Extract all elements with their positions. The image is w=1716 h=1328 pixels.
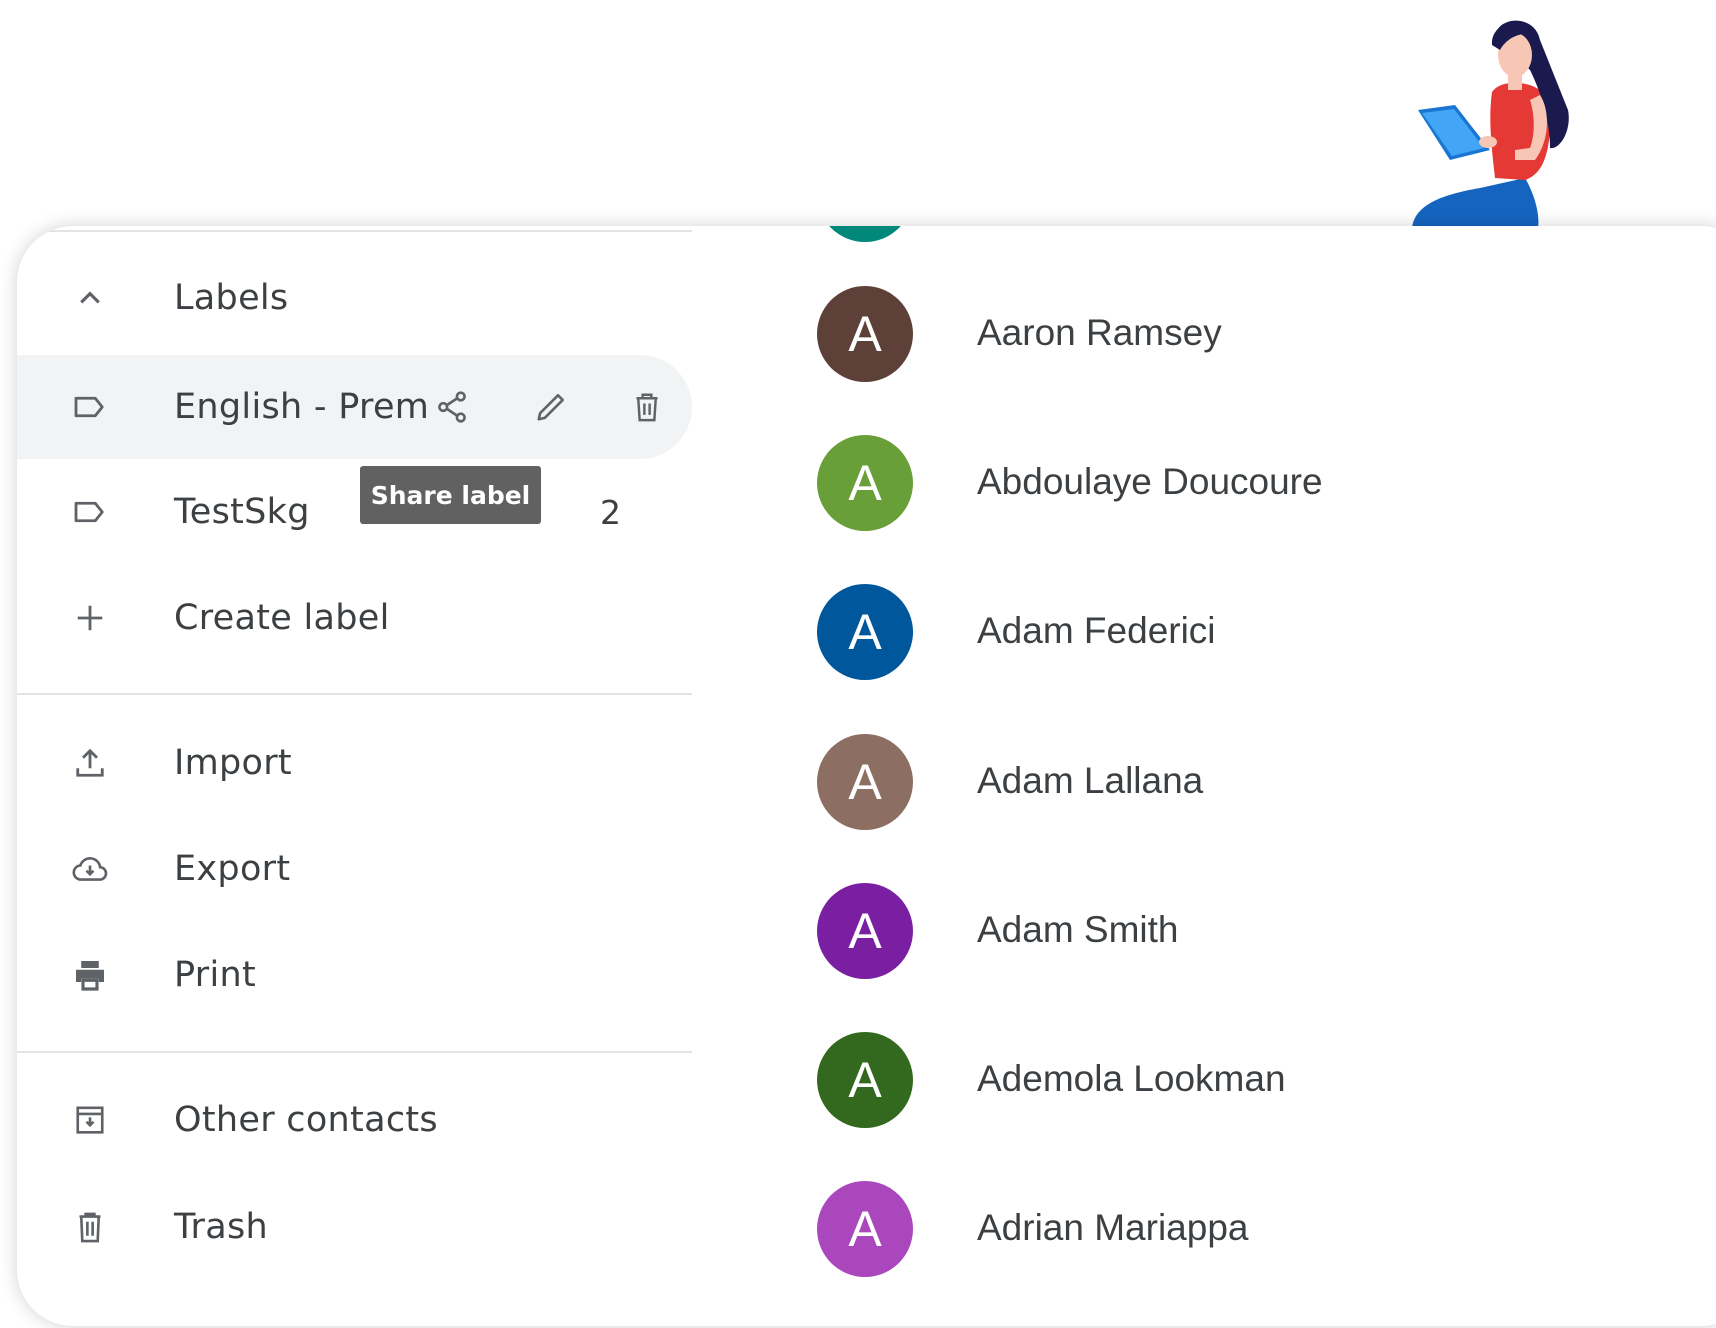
trash-icon bbox=[67, 1204, 113, 1250]
avatar: A bbox=[817, 286, 913, 382]
sidebar-item-import[interactable]: Import bbox=[17, 711, 692, 815]
other-contacts-label: Other contacts bbox=[174, 1100, 438, 1140]
contact-name: Adam Smith bbox=[977, 909, 1179, 950]
avatar: A bbox=[817, 435, 913, 531]
contact-row[interactable]: A Adam Smith bbox=[817, 879, 1617, 979]
sidebar-item-other-contacts[interactable]: Other contacts bbox=[17, 1068, 692, 1172]
export-label: Export bbox=[174, 849, 291, 889]
contact-name: Abdoulaye Doucoure bbox=[977, 461, 1323, 502]
divider bbox=[17, 693, 692, 695]
sidebar: Labels English - Prem TestSkg 2 Create l… bbox=[17, 226, 692, 1326]
divider bbox=[17, 1051, 692, 1053]
archive-download-icon bbox=[67, 1097, 113, 1143]
create-label-button[interactable]: Create label bbox=[17, 566, 692, 670]
pencil-icon[interactable] bbox=[528, 384, 574, 430]
sidebar-item-print[interactable]: Print bbox=[17, 923, 692, 1027]
contact-row[interactable]: A Ademola Lookman bbox=[817, 1028, 1617, 1128]
avatar: A bbox=[817, 584, 913, 680]
printer-icon bbox=[67, 952, 113, 998]
cloud-download-icon bbox=[67, 846, 113, 892]
labels-header[interactable]: Labels bbox=[17, 246, 692, 350]
avatar: A bbox=[817, 1032, 913, 1128]
contact-name: Adam Lallana bbox=[977, 760, 1204, 801]
label-name: TestSkg bbox=[174, 492, 310, 532]
avatar: A bbox=[817, 883, 913, 979]
contact-row[interactable]: A Adam Lallana bbox=[817, 730, 1617, 830]
contact-name: Ademola Lookman bbox=[977, 1058, 1286, 1099]
import-label: Import bbox=[174, 743, 292, 783]
contact-row[interactable]: A Aaron Ramsey bbox=[817, 282, 1617, 382]
avatar: A bbox=[817, 1181, 913, 1277]
contact-name: Adrian Mariappa bbox=[977, 1207, 1249, 1248]
contact-row[interactable]: A Abdoulaye Doucoure bbox=[817, 431, 1617, 531]
contact-name: Adam Federici bbox=[977, 610, 1216, 651]
contacts-card: Labels English - Prem TestSkg 2 Create l… bbox=[17, 226, 1716, 1326]
label-count: 2 bbox=[600, 492, 621, 532]
plus-icon bbox=[67, 595, 113, 641]
labels-header-text: Labels bbox=[174, 278, 289, 318]
divider bbox=[17, 230, 692, 232]
print-label: Print bbox=[174, 955, 257, 995]
woman-with-tablet-illustration bbox=[1412, 20, 1569, 228]
sidebar-item-label-testskg[interactable]: TestSkg 2 bbox=[17, 460, 692, 564]
create-label-text: Create label bbox=[174, 598, 390, 638]
upload-icon bbox=[67, 740, 113, 786]
sidebar-item-trash[interactable]: Trash bbox=[17, 1175, 692, 1279]
sidebar-item-label-english[interactable]: English - Prem bbox=[17, 355, 692, 459]
label-name: English - Prem bbox=[174, 387, 430, 427]
trash-label: Trash bbox=[174, 1207, 268, 1247]
chevron-up-icon[interactable] bbox=[67, 275, 113, 321]
trash-icon[interactable] bbox=[624, 384, 670, 430]
contact-name: Aaron Ramsey bbox=[977, 312, 1222, 353]
contact-avatar-partial[interactable] bbox=[817, 226, 913, 242]
contact-row[interactable]: A Adam Federici bbox=[817, 580, 1617, 680]
share-label-tooltip: Share label bbox=[360, 466, 541, 524]
contact-row[interactable]: A Adrian Mariappa bbox=[817, 1177, 1617, 1277]
avatar: A bbox=[817, 734, 913, 830]
label-icon bbox=[67, 384, 113, 430]
share-icon[interactable] bbox=[429, 384, 475, 430]
label-icon bbox=[67, 489, 113, 535]
sidebar-item-export[interactable]: Export bbox=[17, 817, 692, 921]
